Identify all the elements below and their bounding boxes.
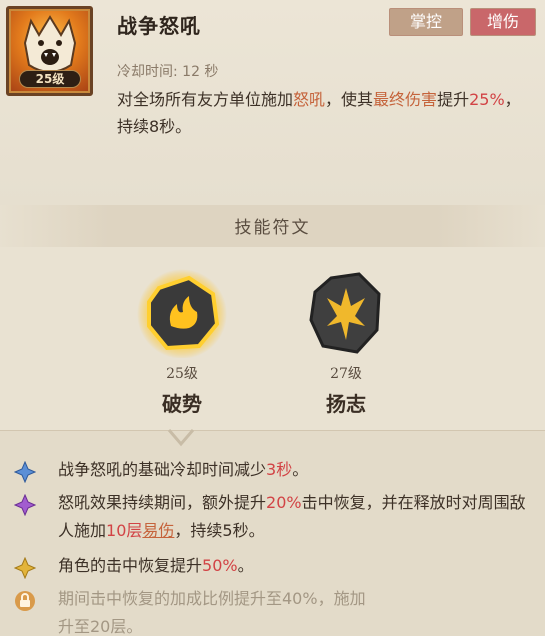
purple-gem-icon — [14, 494, 36, 516]
lock-icon — [15, 591, 35, 611]
effect-text: 期间击中恢复的加成比例提升至40%，施加 — [58, 589, 366, 608]
rune-rise-button[interactable] — [301, 270, 391, 360]
skill-description: 对全场所有友方单位施加怒吼，使其最终伤害提升25%，持续8秒。 — [117, 86, 527, 140]
rune-pose-button[interactable] — [137, 268, 227, 359]
keyword-roar[interactable]: 怒吼 — [293, 90, 325, 109]
desc-text: ，使其 — [325, 90, 374, 109]
gold-gem-icon — [14, 557, 36, 579]
effect-text: 。 — [292, 460, 309, 479]
skill-icon[interactable]: 25级 — [6, 6, 93, 96]
value-percent: 25% — [469, 90, 505, 109]
rune-level: 25级 — [166, 366, 198, 382]
effect-item: 怒吼效果持续期间，额外提升20%击中恢复，并在释放时对周围敌人施加10层易伤，持… — [14, 489, 534, 545]
keyword-vulnerable[interactable]: 易伤 — [142, 521, 174, 540]
effect-item: 角色的击中恢复提升50%。 — [14, 552, 534, 580]
scroll-fade — [380, 580, 545, 636]
effect-value: 50% — [202, 556, 238, 575]
spark-rune-icon — [309, 272, 381, 354]
effect-text: 怒吼效果持续期间，额外提升 — [58, 493, 267, 512]
effect-text: 升至20层。 — [58, 617, 143, 636]
effect-text: 战争怒吼的基础冷却时间减少 — [58, 460, 267, 479]
effect-value: 3秒 — [266, 460, 293, 479]
skill-title: 战争怒吼 — [117, 14, 201, 38]
rune-level: 27级 — [330, 366, 362, 382]
selection-caret-icon — [167, 429, 195, 447]
rune-section-heading: 技能符文 — [234, 218, 311, 238]
effect-text: 角色的击中恢复提升 — [58, 556, 203, 575]
rune-name: 破势 — [162, 392, 202, 416]
desc-text: 对全场所有友方单位施加 — [117, 90, 294, 109]
effect-item: 战争怒吼的基础冷却时间减少3秒。 — [14, 456, 534, 484]
cooldown-text: 冷却时间: 12 秒 — [117, 64, 219, 80]
effect-value: 20% — [266, 493, 302, 512]
skill-level-badge: 25级 — [19, 70, 81, 88]
rune-name: 扬志 — [326, 392, 366, 416]
blue-gem-icon — [14, 461, 36, 483]
keyword-final-damage[interactable]: 最终伤害 — [373, 90, 437, 109]
tag-control: 掌控 — [389, 8, 463, 36]
flame-rune-icon — [137, 269, 227, 359]
effect-text: 。 — [237, 556, 254, 575]
tag-damage: 增伤 — [470, 8, 536, 36]
desc-text: 提升 — [437, 90, 470, 109]
effect-text: ，持续5秒。 — [174, 521, 265, 540]
effect-value: 10层 — [106, 521, 143, 540]
